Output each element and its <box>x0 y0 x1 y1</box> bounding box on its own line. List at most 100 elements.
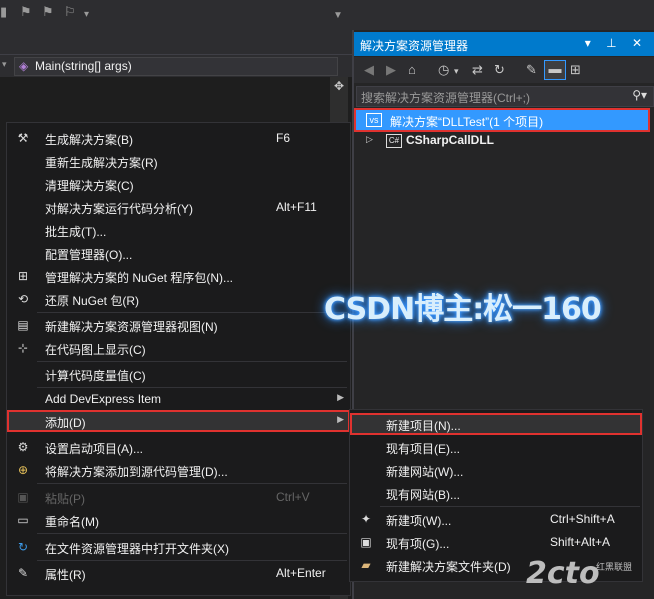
sync-icon[interactable]: ⇄ <box>472 62 483 78</box>
submenu-item-new-item[interactable]: ✦ 新建项(W)... Ctrl+Shift+A <box>350 508 642 530</box>
menu-item-label: 新建解决方案文件夹(D) <box>386 560 511 574</box>
menu-item-label: 对解决方案运行代码分析(Y) <box>45 202 193 216</box>
toolbar-overflow-icon[interactable]: ▾ <box>84 9 89 20</box>
class-diagram-icon[interactable]: ⊞ <box>570 62 581 78</box>
collapse-all-icon[interactable]: ▬ <box>544 60 566 80</box>
menu-item-calculate-code-metrics[interactable]: 计算代码度量值(C) <box>7 363 350 385</box>
submenu-item-existing-item[interactable]: ▣ 现有项(G)... Shift+Alt+A <box>350 531 642 553</box>
menu-separator <box>37 483 347 484</box>
search-icon[interactable]: ⚲▾ <box>632 88 647 102</box>
split-icon[interactable]: ✥ <box>334 79 344 93</box>
project-node-label: CSharpCallDLL <box>406 133 495 147</box>
csharp-project-icon: C# <box>386 134 402 148</box>
menu-item-label: 设置启动项目(A)... <box>45 442 143 456</box>
menu-item-manage-nuget[interactable]: ⊞ 管理解决方案的 NuGet 程序包(N)... <box>7 265 350 287</box>
menu-item-properties[interactable]: ✎ 属性(R) Alt+Enter <box>7 562 350 584</box>
member-dropdown[interactable]: ◈ Main(string[] args) <box>14 57 338 76</box>
submenu-arrow-icon: ▶ <box>337 392 344 402</box>
bookmark-icon[interactable]: ▮ <box>0 4 7 20</box>
solution-explorer-title-bar: 解决方案资源管理器 ▾ ⊥ ✕ <box>354 32 654 56</box>
submenu-item-existing-website[interactable]: 现有网站(B)... <box>350 482 642 504</box>
menu-item-run-code-analysis[interactable]: 对解决方案运行代码分析(Y) Alt+F11 <box>7 196 350 218</box>
menu-separator <box>37 533 347 534</box>
solution-icon: vs <box>366 113 382 127</box>
menu-item-add-to-source-control[interactable]: ⊕ 将解决方案添加到源代码管理(D)... <box>7 459 350 481</box>
menu-item-label: 新建网站(W)... <box>386 465 464 479</box>
new-item-icon: ✦ <box>360 512 372 526</box>
code-map-icon: ⊹ <box>17 341 29 355</box>
rename-icon: ▭ <box>17 513 29 527</box>
menu-item-shortcut: F6 <box>276 131 291 145</box>
menu-item-open-in-file-explorer[interactable]: ↻ 在文件资源管理器中打开文件夹(X) <box>7 536 350 558</box>
menu-item-label: 重命名(M) <box>45 515 99 529</box>
submenu-item-new-website[interactable]: 新建网站(W)... <box>350 459 642 481</box>
menu-item-batch-build[interactable]: 批生成(T)... <box>7 219 350 241</box>
member-dropdown-label: Main(string[] args) <box>35 59 132 73</box>
top-toolbar: ▮ ⚑ ⚑ ⚐ ▾ ▼ <box>0 0 654 30</box>
expand-arrow-icon[interactable]: ▷ <box>366 134 373 145</box>
menu-item-build-solution[interactable]: ⚒ 生成解决方案(B) F6 <box>7 127 350 149</box>
menu-item-label: 管理解决方案的 NuGet 程序包(N)... <box>45 271 234 285</box>
menu-item-shortcut: Ctrl+Shift+A <box>550 512 615 526</box>
menu-separator <box>37 312 347 313</box>
menu-item-label: 新建项目(N)... <box>386 419 461 433</box>
menu-item-label: 新建项(W)... <box>386 514 452 528</box>
menu-item-label: 现有项(G)... <box>386 537 450 551</box>
type-dropdown-arrow-icon[interactable]: ▾ <box>2 59 7 70</box>
method-icon: ◈ <box>19 59 29 73</box>
menu-item-clean-solution[interactable]: 清理解决方案(C) <box>7 173 350 195</box>
submenu-item-new-project[interactable]: 新建项目(N)... <box>350 413 642 435</box>
new-view-icon: ▤ <box>17 318 29 332</box>
menu-item-paste[interactable]: ▣ 粘贴(P) Ctrl+V <box>7 486 350 508</box>
watermark-text: CSDN博主:松一160 <box>324 292 602 327</box>
menu-item-shortcut: Ctrl+V <box>276 490 310 504</box>
menu-item-show-on-code-map[interactable]: ⊹ 在代码图上显示(C) <box>7 337 350 359</box>
submenu-item-existing-project[interactable]: 现有项目(E)... <box>350 436 642 458</box>
menu-item-label: 新建解决方案资源管理器视图(N) <box>45 320 218 334</box>
menu-item-label: 计算代码度量值(C) <box>45 369 146 383</box>
refresh-icon[interactable]: ↻ <box>494 62 505 78</box>
menu-item-add-devexpress[interactable]: Add DevExpress Item ▶ <box>7 388 350 410</box>
home-icon[interactable]: ⌂ <box>408 62 416 77</box>
bookmark-next-icon[interactable]: ⚑ <box>42 4 54 20</box>
menu-item-label: 添加(D) <box>45 416 86 430</box>
menu-item-restore-nuget[interactable]: ⟲ 还原 NuGet 包(R) <box>7 288 350 310</box>
menu-item-rename[interactable]: ▭ 重命名(M) <box>7 509 350 531</box>
solution-explorer-search-input[interactable]: 搜索解决方案资源管理器(Ctrl+;) ⚲▾ <box>356 86 654 107</box>
menu-item-configuration-manager[interactable]: 配置管理器(O)... <box>7 242 350 264</box>
build-icon: ⚒ <box>17 131 29 145</box>
menu-item-label: 粘贴(P) <box>45 492 85 506</box>
menu-item-shortcut: Alt+F11 <box>276 200 317 214</box>
pending-changes-dropdown-icon[interactable]: ▾ <box>454 66 459 77</box>
solution-node[interactable]: vs 解决方案“DLLTest”(1 个项目) <box>354 108 650 132</box>
back-icon[interactable]: ◀ <box>364 62 374 78</box>
menu-item-label: 批生成(T)... <box>45 225 107 239</box>
bookmark-prev-icon[interactable]: ⚑ <box>20 4 32 20</box>
menu-item-shortcut: Shift+Alt+A <box>550 535 611 549</box>
wrench-icon: ✎ <box>17 566 29 580</box>
menu-item-add[interactable]: 添加(D) ▶ <box>7 410 350 432</box>
menu-item-label: 现有项目(E)... <box>386 442 460 456</box>
menu-item-label: 配置管理器(O)... <box>45 248 133 262</box>
menu-item-label: 现有网站(B)... <box>386 488 460 502</box>
menu-item-set-startup-projects[interactable]: ⚙ 设置启动项目(A)... <box>7 436 350 458</box>
restore-nuget-icon: ⟲ <box>17 292 29 306</box>
site-logo: 2cto <box>526 556 600 591</box>
menu-item-label: 在代码图上显示(C) <box>45 343 146 357</box>
source-control-icon: ⊕ <box>17 463 29 477</box>
paste-icon: ▣ <box>17 490 29 504</box>
pending-changes-icon[interactable]: ◷ <box>438 62 449 78</box>
forward-icon[interactable]: ▶ <box>386 62 396 78</box>
properties-wrench-icon[interactable]: ✎ <box>526 62 537 78</box>
menu-item-new-explorer-view[interactable]: ▤ 新建解决方案资源管理器视图(N) <box>7 314 350 336</box>
panel-window-controls[interactable]: ▾ ⊥ ✕ <box>585 36 648 50</box>
menu-item-rebuild-solution[interactable]: 重新生成解决方案(R) <box>7 150 350 172</box>
menu-item-label: 清理解决方案(C) <box>45 179 134 193</box>
gear-icon: ⚙ <box>17 440 29 454</box>
existing-item-icon: ▣ <box>360 535 372 549</box>
menu-separator <box>380 506 640 507</box>
menu-item-label: 属性(R) <box>45 568 86 582</box>
new-folder-icon: ▰ <box>361 558 371 572</box>
bookmark-clear-icon[interactable]: ⚐ <box>64 4 76 20</box>
tab-dropdown-icon[interactable]: ▼ <box>333 10 343 21</box>
